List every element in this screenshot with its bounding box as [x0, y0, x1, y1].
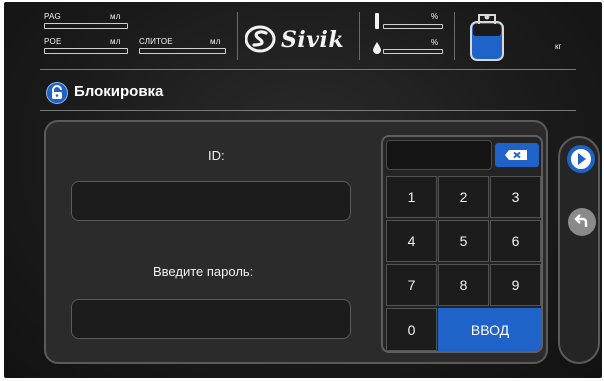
undo-icon	[574, 214, 588, 227]
next-button[interactable]	[567, 145, 595, 173]
pag-bar	[44, 23, 128, 29]
key-6[interactable]: 6	[490, 220, 541, 262]
divider	[454, 12, 455, 60]
keypad-display	[386, 140, 492, 170]
password-field[interactable]	[71, 299, 351, 339]
clean-bar	[139, 48, 226, 54]
water-bar	[383, 49, 443, 54]
poe-unit: мл	[110, 37, 121, 46]
backspace-button[interactable]	[495, 143, 539, 167]
key-5[interactable]: 5	[438, 220, 489, 262]
lock-icon	[46, 82, 68, 104]
key-7[interactable]: 7	[386, 264, 437, 306]
refrigerant-tank-icon	[470, 14, 504, 61]
pag-label: PAG	[44, 12, 61, 21]
water-pct: %	[431, 38, 439, 47]
password-label: Введите пароль:	[153, 264, 254, 279]
key-1[interactable]: 1	[386, 176, 437, 218]
drop-icon	[373, 42, 381, 54]
clean-label: СЛИТОЕ	[139, 37, 173, 46]
key-2[interactable]: 2	[438, 176, 489, 218]
pag-unit: мл	[110, 12, 121, 21]
clean-unit: мл	[210, 37, 221, 46]
clean-indicator: СЛИТОЕ мл	[139, 37, 226, 54]
divider	[359, 12, 360, 60]
page-title: Блокировка	[74, 83, 164, 100]
logo-text: Sivik	[281, 27, 345, 53]
header-divider	[40, 69, 576, 70]
key-9[interactable]: 9	[490, 264, 541, 306]
screen: PAG мл POE мл СЛИТОЕ мл Sivik % % кг Бло…	[4, 2, 602, 378]
key-4[interactable]: 4	[386, 220, 437, 262]
numeric-keypad: 1 2 3 4 5 6 7 8 9 0 ВВОД	[381, 135, 543, 353]
backspace-icon	[505, 150, 527, 160]
poe-label: POE	[44, 37, 62, 46]
keypad-grid: 1 2 3 4 5 6 7 8 9 0 ВВОД	[386, 176, 541, 351]
poe-bar	[44, 48, 128, 54]
sivik-logo-icon	[244, 25, 276, 53]
dye-pct: %	[431, 12, 439, 21]
key-3[interactable]: 3	[490, 176, 541, 218]
key-0[interactable]: 0	[386, 308, 437, 351]
dye-bottle-icon	[375, 13, 379, 29]
title-divider	[40, 110, 576, 111]
play-icon	[578, 153, 586, 165]
sivik-logo: Sivik	[244, 25, 355, 55]
tank-unit: кг	[555, 42, 562, 51]
dye-bar	[383, 24, 443, 29]
id-field[interactable]	[71, 181, 351, 221]
poe-indicator: POE мл	[44, 37, 128, 54]
enter-button[interactable]: ВВОД	[438, 308, 541, 351]
back-button[interactable]	[568, 208, 596, 236]
id-label: ID:	[208, 148, 225, 163]
key-8[interactable]: 8	[438, 264, 489, 306]
pag-indicator: PAG мл	[44, 12, 128, 29]
divider	[237, 12, 238, 60]
status-bar: PAG мл POE мл СЛИТОЕ мл Sivik % % кг	[4, 2, 602, 70]
